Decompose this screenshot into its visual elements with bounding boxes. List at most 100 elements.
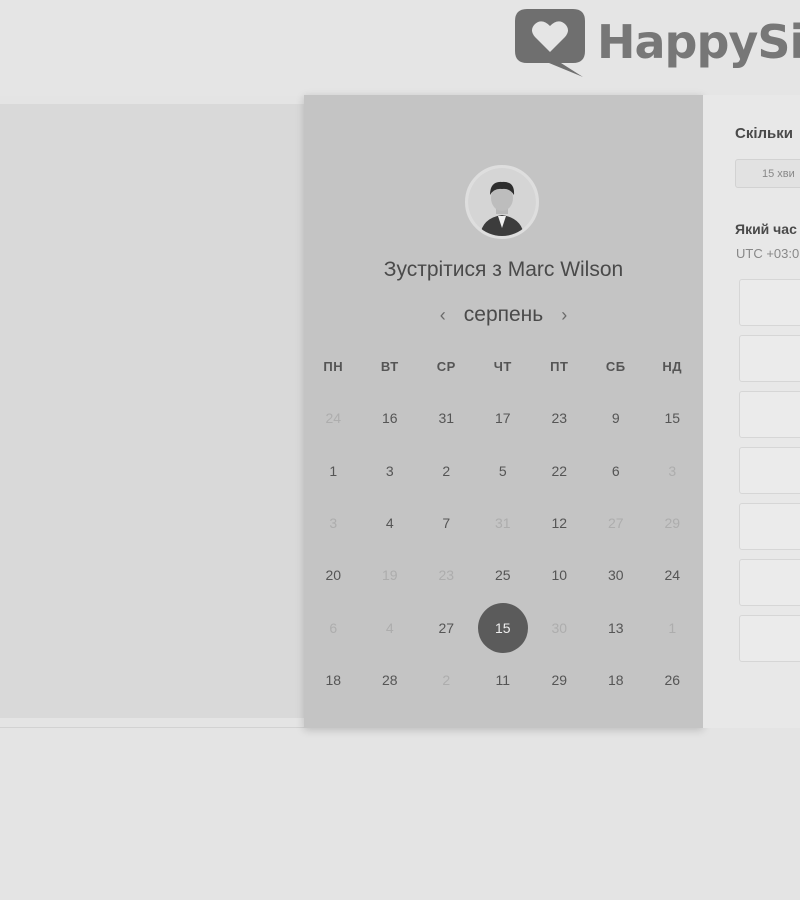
calendar-day: 23 [418, 549, 475, 601]
day-number: 11 [495, 672, 511, 689]
calendar-day: 31 [475, 497, 532, 549]
calendar-day[interactable]: 9 [588, 392, 645, 444]
calendar-day[interactable]: 24 [644, 549, 701, 601]
calendar-day[interactable]: 7 [418, 497, 475, 549]
day-number: 3 [385, 462, 394, 479]
calendar-day[interactable]: 15 [644, 392, 701, 444]
top-bar: HappySig [0, 0, 800, 96]
calendar-day[interactable]: 5 [475, 444, 532, 496]
time-slot[interactable] [739, 615, 800, 662]
calendar-day[interactable]: 6 [588, 444, 645, 496]
calendar-day[interactable]: 10 [531, 549, 588, 601]
time-label: Який час [735, 221, 797, 237]
weekday-label: ВТ [380, 359, 399, 374]
calendar-day[interactable]: 13 [588, 602, 645, 654]
day-number: 9 [611, 410, 620, 427]
calendar-day: 30 [531, 602, 588, 654]
calendar-day[interactable]: 2 [418, 444, 475, 496]
calendar-day[interactable]: 28 [362, 654, 419, 706]
duration-select[interactable]: 15 хви [735, 159, 800, 188]
time-slot[interactable] [739, 279, 800, 326]
calendar-day: 29 [644, 497, 701, 549]
calendar-day: 1 [644, 602, 701, 654]
day-number: 18 [325, 672, 342, 689]
avatar [465, 165, 539, 239]
calendar-card: Зустрітися з Marc Wilson ‹ серпень › ПН … [304, 95, 703, 728]
calendar-day[interactable]: 23 [531, 392, 588, 444]
calendar-day[interactable]: 29 [531, 654, 588, 706]
day-number: 3 [668, 462, 677, 479]
calendar-day: 6 [305, 602, 362, 654]
calendar-day[interactable]: 11 [475, 654, 532, 706]
day-number: 22 [551, 462, 568, 479]
calendar-day[interactable]: 22 [531, 444, 588, 496]
calendar-day[interactable]: 17 [475, 392, 532, 444]
day-number: 15 [477, 602, 528, 653]
day-number: 30 [607, 567, 624, 584]
calendar-day[interactable]: 18 [305, 654, 362, 706]
day-number: 7 [442, 514, 451, 531]
time-slot[interactable] [739, 447, 800, 494]
weekday-header: ПН ВТ СР ЧТ ПТ СБ НД [305, 357, 701, 377]
calendar-day[interactable]: 16 [362, 392, 419, 444]
weekday-label: СР [436, 359, 456, 374]
next-month-icon[interactable]: › [551, 300, 577, 330]
calendar-day[interactable]: 18 [588, 654, 645, 706]
time-slot[interactable] [739, 503, 800, 550]
day-number: 31 [438, 410, 455, 427]
calendar-day[interactable]: 30 [588, 549, 645, 601]
calendar-day[interactable]: 1 [305, 444, 362, 496]
day-number: 16 [381, 410, 398, 427]
calendar-day[interactable]: 3 [362, 444, 419, 496]
calendar-day[interactable]: 20 [305, 549, 362, 601]
calendar-day: 24 [305, 392, 362, 444]
day-number: 1 [329, 462, 338, 479]
calendar-day[interactable]: 27 [418, 602, 475, 654]
calendar-day[interactable]: 25 [475, 549, 532, 601]
day-number: 25 [494, 567, 511, 584]
day-number: 12 [551, 514, 568, 531]
booking-panel: Скільки 15 хви Який час UTC +03:0 [703, 95, 800, 728]
calendar-day[interactable]: 4 [362, 497, 419, 549]
duration-label: Скільки [735, 125, 793, 142]
day-number: 3 [329, 514, 338, 531]
weekday-label: ЧТ [493, 359, 512, 374]
day-number: 1 [668, 619, 677, 636]
day-number: 23 [551, 410, 568, 427]
heart-chat-icon [515, 9, 585, 77]
day-number: 6 [611, 462, 620, 479]
calendar-day: 2 [418, 654, 475, 706]
selected-day[interactable]: 15 [475, 602, 532, 654]
calendar-day: 19 [362, 549, 419, 601]
calendar-day: 27 [588, 497, 645, 549]
day-number: 27 [438, 619, 455, 636]
day-number: 29 [551, 672, 568, 689]
weekday-label: НД [662, 359, 683, 374]
time-slot[interactable] [739, 335, 800, 382]
day-number: 18 [607, 672, 624, 689]
day-number: 2 [442, 462, 451, 479]
calendar-day[interactable]: 12 [531, 497, 588, 549]
calendar-day[interactable]: 31 [418, 392, 475, 444]
day-number: 4 [385, 619, 394, 636]
day-grid: 24 16 31 17 23 9 15 1 3 2 5 22 6 3 3 4 7 31 12 27 29 20 19 23 25… [305, 392, 701, 706]
left-panel [0, 104, 304, 718]
month-label: серпень [463, 303, 544, 326]
day-number: 26 [664, 672, 681, 689]
previous-month-icon[interactable]: ‹ [430, 300, 456, 330]
calendar-day[interactable]: 26 [644, 654, 701, 706]
user-photo [468, 168, 536, 236]
month-navigation: ‹ серпень › [304, 300, 703, 330]
day-number: 31 [494, 514, 511, 531]
day-number: 24 [325, 410, 342, 427]
day-number: 2 [442, 672, 451, 689]
weekday-label: СБ [605, 359, 626, 374]
meeting-title: Зустрітися з Marc Wilson [383, 258, 624, 281]
time-slot[interactable] [739, 391, 800, 438]
day-number: 6 [329, 619, 338, 636]
day-number: 20 [325, 567, 342, 584]
calendar-day: 3 [305, 497, 362, 549]
day-number: 4 [385, 514, 394, 531]
day-number: 23 [438, 567, 455, 584]
time-slot[interactable] [739, 559, 800, 606]
